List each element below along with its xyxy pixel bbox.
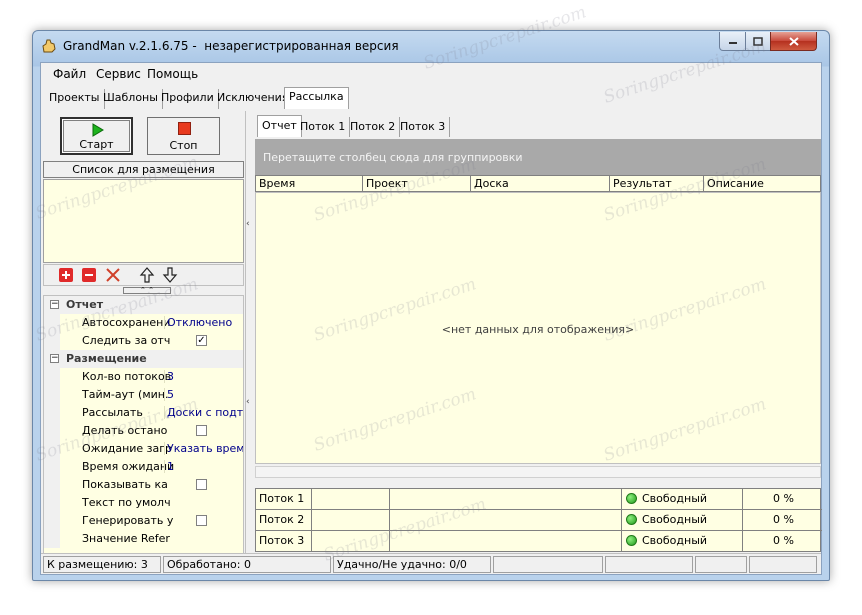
column-board[interactable]: Доска xyxy=(471,176,610,191)
property-row[interactable]: Автосохранени Отключено xyxy=(44,314,243,332)
property-category[interactable]: − Размещение xyxy=(44,350,243,368)
status-green-icon xyxy=(626,493,637,504)
tab-mailing[interactable]: Рассылка xyxy=(284,87,349,109)
list-toolbar xyxy=(43,264,244,286)
start-button[interactable]: Старт xyxy=(60,117,133,155)
close-button[interactable] xyxy=(770,32,817,51)
placement-list-header: Список для размещения xyxy=(43,161,244,178)
app-hand-icon xyxy=(42,39,56,53)
property-row[interactable]: Время ожидани 1 xyxy=(44,458,243,476)
stop-icon xyxy=(178,122,191,135)
property-value[interactable]: 5 xyxy=(164,388,243,401)
menu-bar: Файл Сервис Помощь xyxy=(41,63,821,85)
collapse-icon[interactable]: − xyxy=(50,354,59,363)
start-label: Старт xyxy=(79,138,114,151)
property-row[interactable]: Тайм-аут (мин. 5 xyxy=(44,386,243,404)
collapse-left-icon[interactable]: ‹ xyxy=(246,219,250,229)
thread-progress: 0 % xyxy=(773,513,794,526)
property-grid[interactable]: − Отчет Автосохранени Отключено Следить за… xyxy=(43,295,244,571)
property-value[interactable]: Указать время xyxy=(164,442,243,455)
property-row[interactable]: Делать остано xyxy=(44,422,243,440)
checkbox[interactable] xyxy=(196,479,207,490)
maximize-icon xyxy=(753,36,763,46)
status-processed: Обработано: 0 xyxy=(163,556,331,573)
column-description[interactable]: Описание xyxy=(704,176,820,191)
status-bar: К размещению: 3 Обработано: 0 Удачно/Не … xyxy=(41,553,821,574)
column-time[interactable]: Время xyxy=(256,176,363,191)
thread-row[interactable]: Поток 1 Свободный 0 % xyxy=(256,489,822,510)
tab-profiles[interactable]: Профили xyxy=(157,89,219,109)
remove-icon[interactable] xyxy=(81,267,97,283)
window-title: GrandMan v.2.1.6.75 - незарегистрированн… xyxy=(63,39,399,53)
title-bar[interactable]: GrandMan v.2.1.6.75 - незарегистрированн… xyxy=(33,31,829,61)
thread-row[interactable]: Поток 3 Свободный 0 % xyxy=(256,531,822,552)
property-value[interactable]: Отключено xyxy=(164,316,243,329)
property-value[interactable]: Доски с подтве xyxy=(164,406,243,419)
empty-grid-message: <нет данных для отображения> xyxy=(441,323,635,336)
move-down-icon[interactable] xyxy=(162,267,178,283)
app-window: GrandMan v.2.1.6.75 - незарегистрированн… xyxy=(32,30,830,581)
clear-icon[interactable] xyxy=(105,267,121,283)
property-row[interactable]: Значение Refer xyxy=(44,530,243,548)
menu-help[interactable]: Помощь xyxy=(147,67,198,81)
thread-status: Свободный xyxy=(642,492,708,505)
property-row[interactable]: Ожидание загр Указать время xyxy=(44,440,243,458)
collapse-icon[interactable]: − xyxy=(50,300,59,309)
right-panel: Отчет Поток 1 Поток 2 Поток 3 Перетащите… xyxy=(253,111,822,573)
tab-thread-3[interactable]: Поток 3 xyxy=(396,117,451,137)
status-success: Удачно/Не удачно: 0/0 xyxy=(333,556,491,573)
close-icon xyxy=(788,36,799,46)
move-up-icon[interactable] xyxy=(139,267,155,283)
panel-collapse-bar[interactable]: ‹ ‹ xyxy=(245,111,253,573)
collapse-left-icon[interactable]: ‹ xyxy=(246,397,250,407)
report-grid[interactable]: <нет данных для отображения> xyxy=(255,192,821,464)
group-by-area[interactable]: Перетащите столбец сюда для группировки xyxy=(255,139,821,175)
checkbox-checked[interactable]: ✓ xyxy=(196,335,207,346)
menu-file[interactable]: Файл xyxy=(53,67,86,81)
tab-projects[interactable]: Проекты xyxy=(45,89,105,109)
tab-exclusions[interactable]: Исключения xyxy=(213,89,294,109)
threads-table: Поток 1 Свободный 0 % Поток 2 Свободный … xyxy=(255,488,822,552)
maximize-button[interactable] xyxy=(745,32,771,51)
stop-label: Стоп xyxy=(169,139,198,152)
placement-list[interactable] xyxy=(43,179,244,263)
property-row[interactable]: Кол-во потоков 3 xyxy=(44,368,243,386)
minimize-button[interactable] xyxy=(719,32,746,51)
column-project[interactable]: Проект xyxy=(363,176,471,191)
status-to-place: К размещению: 3 xyxy=(43,556,161,573)
tab-thread-2[interactable]: Поток 2 xyxy=(346,117,401,137)
thread-progress: 0 % xyxy=(773,534,794,547)
grid-header: Время Проект Доска Результат Описание xyxy=(255,175,821,192)
thread-progress: 0 % xyxy=(773,492,794,505)
property-row[interactable]: Текст по умолч xyxy=(44,494,243,512)
property-value[interactable]: 1 xyxy=(164,460,243,473)
splitter-handle[interactable]: ⌃ ⌃ xyxy=(123,287,171,294)
property-category[interactable]: − Отчет xyxy=(44,296,243,314)
status-green-icon xyxy=(626,514,637,525)
thread-row[interactable]: Поток 2 Свободный 0 % xyxy=(256,510,822,531)
add-icon[interactable] xyxy=(58,267,74,283)
thread-status: Свободный xyxy=(642,534,708,547)
play-icon xyxy=(92,123,104,137)
status-green-icon xyxy=(626,535,637,546)
minimize-icon xyxy=(728,42,737,44)
tab-templates[interactable]: Шаблоны xyxy=(99,89,163,109)
checkbox[interactable] xyxy=(196,515,207,526)
stop-button[interactable]: Стоп xyxy=(147,117,220,155)
property-row[interactable]: Следить за отч ✓ xyxy=(44,332,243,350)
thread-status: Свободный xyxy=(642,513,708,526)
property-value[interactable]: 3 xyxy=(164,370,243,383)
tab-thread-1[interactable]: Поток 1 xyxy=(296,117,351,137)
horizontal-scrollbar[interactable] xyxy=(255,466,821,478)
client-area: Файл Сервис Помощь Проекты Шаблоны Профи… xyxy=(40,62,822,575)
checkbox[interactable] xyxy=(196,425,207,436)
left-panel: Старт Стоп Список для размещения ⌃ ⌃ − От… xyxy=(43,111,245,573)
property-row[interactable]: Генерировать у xyxy=(44,512,243,530)
column-result[interactable]: Результат xyxy=(610,176,704,191)
property-row[interactable]: РассылатьДоски с подтве xyxy=(44,404,243,422)
menu-service[interactable]: Сервис xyxy=(96,67,141,81)
property-row[interactable]: Показывать ка xyxy=(44,476,243,494)
